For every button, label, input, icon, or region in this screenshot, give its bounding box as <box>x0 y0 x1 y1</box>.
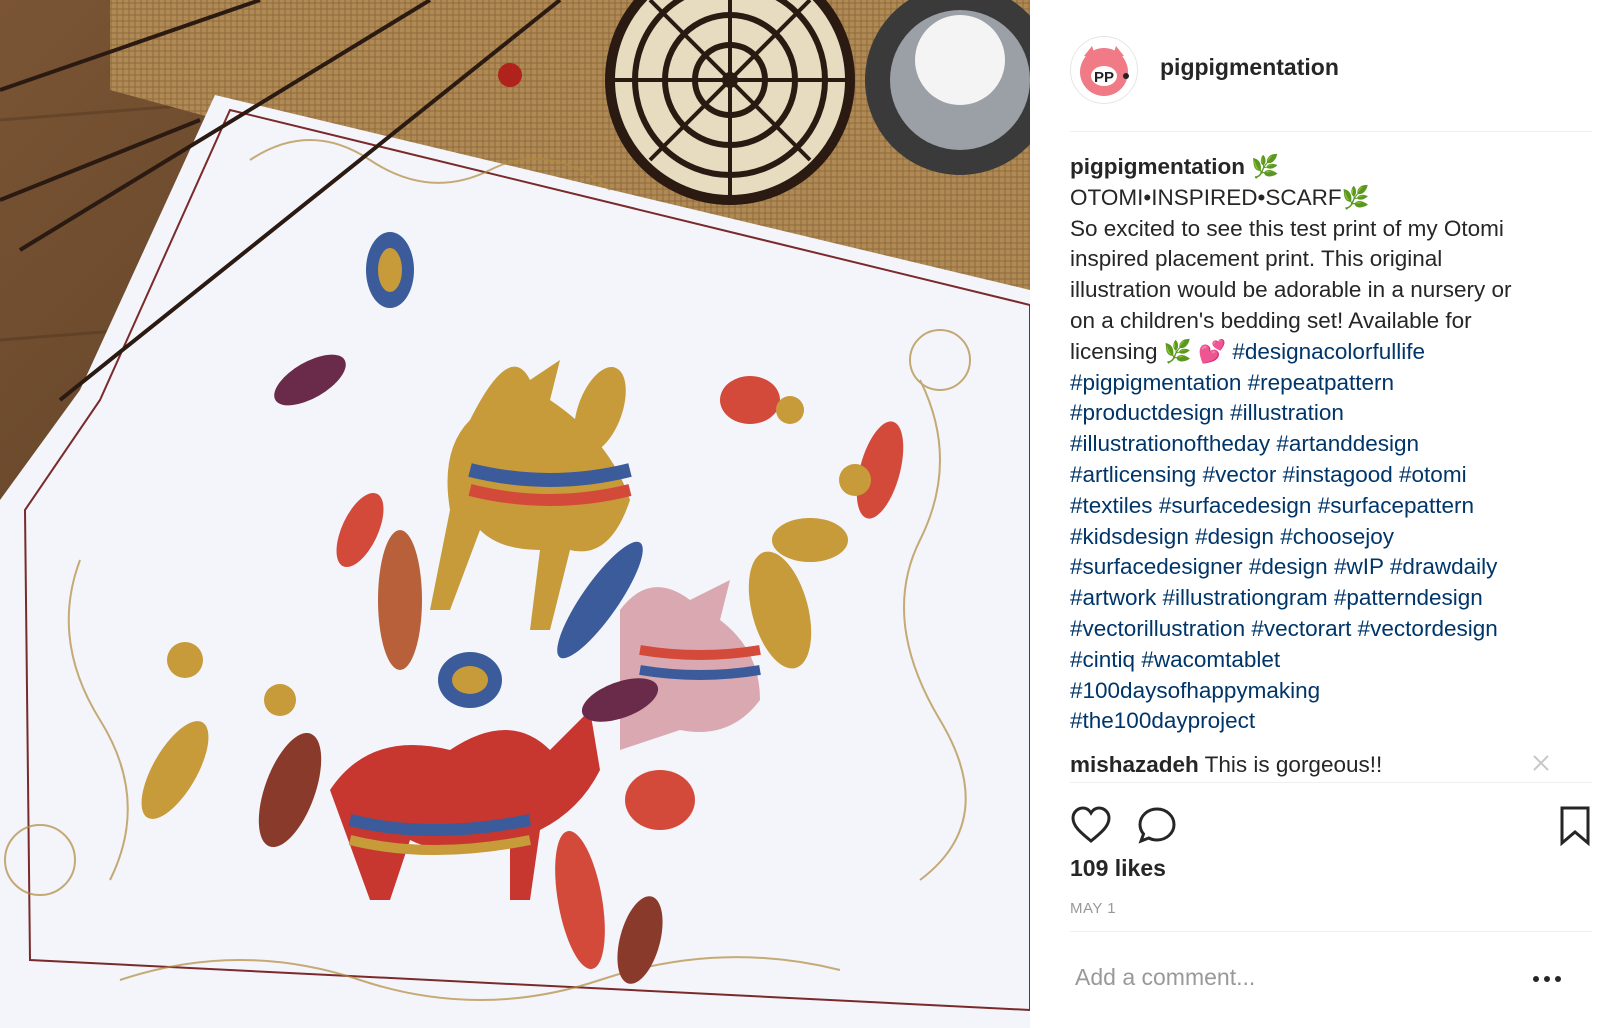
hashtag-link[interactable]: #100daysofhappymaking <box>1070 678 1320 703</box>
caption-text: inspired placement print. This original <box>1070 246 1443 272</box>
hashtag-link[interactable]: #kidsdesign <box>1070 524 1189 549</box>
post-actions: 109 likes MAY 1 <box>1070 782 1592 932</box>
caption-line: pigpigmentation 🌿 <box>1070 152 1570 183</box>
heart-icon[interactable] <box>1070 805 1112 847</box>
header-username[interactable]: pigpigmentation <box>1160 54 1339 81</box>
hashtag-link[interactable]: #drawdaily <box>1390 554 1498 579</box>
hashtag-link[interactable]: #surfacepattern <box>1318 493 1474 518</box>
caption-text: illustration would be adorable in a nurs… <box>1070 277 1512 303</box>
hashtag-link[interactable]: #productdesign <box>1070 400 1224 425</box>
caption-line: illustration would be adorable in a nurs… <box>1070 275 1570 306</box>
caption-line: #surfacedesigner #design #wIP #drawdaily <box>1070 552 1570 583</box>
comment-text: This is gorgeous!! <box>1204 752 1383 777</box>
hashtag-link[interactable]: #the100dayproject <box>1070 708 1255 733</box>
otomi-scarf-illustration-photo <box>0 0 1030 1028</box>
comment-username[interactable]: mishazadeh <box>1070 752 1199 777</box>
add-comment-input[interactable]: Add a comment... <box>1075 964 1495 994</box>
hashtag-link[interactable]: #textiles <box>1070 493 1153 518</box>
likes-count[interactable]: 109 likes <box>1070 855 1166 882</box>
hashtag-link[interactable]: #cintiq <box>1070 647 1135 672</box>
caption-text: on a children's bedding set! Available f… <box>1070 307 1472 333</box>
caption-username[interactable]: pigpigmentation <box>1070 154 1245 179</box>
svg-text:PP: PP <box>1094 69 1114 86</box>
post-date[interactable]: MAY 1 <box>1070 900 1116 917</box>
hashtag-link[interactable]: #choosejoy <box>1280 524 1394 549</box>
hashtag-link[interactable]: #illustration <box>1230 400 1344 425</box>
hashtag-link[interactable]: #vectorillustration <box>1070 616 1245 641</box>
hashtag-link[interactable]: #wIP <box>1334 554 1384 579</box>
post-header: PP pigpigmentation <box>1070 36 1592 132</box>
hashtag-link[interactable]: #surfacedesign <box>1159 493 1312 518</box>
caption-line: #100daysofhappymaking <box>1070 676 1570 707</box>
caption-text: 🌿 <box>1244 154 1280 179</box>
hashtag-link[interactable]: #vectorart <box>1251 616 1351 641</box>
caption-line: #productdesign #illustration <box>1070 398 1570 429</box>
hashtag-link[interactable]: #artlicensing <box>1070 462 1196 487</box>
post-photo[interactable] <box>0 0 1030 1028</box>
caption-text: licensing 🌿 💕 <box>1070 338 1233 364</box>
hashtag-link[interactable]: #illustrationgram <box>1163 585 1328 610</box>
hashtag-link[interactable]: #design <box>1249 554 1328 579</box>
hashtag-link[interactable]: #repeatpattern <box>1248 370 1394 395</box>
hashtag-link[interactable]: #vector <box>1203 462 1277 487</box>
caption-line: OTOMI•INSPIRED•SCARF🌿 <box>1070 183 1570 214</box>
caption-line: So excited to see this test print of my … <box>1070 214 1570 245</box>
hashtag-link[interactable]: #artwork <box>1070 585 1156 610</box>
bookmark-icon[interactable] <box>1554 805 1596 847</box>
hashtag-link[interactable]: #illustrationoftheday <box>1070 431 1270 456</box>
caption-line: #pigpigmentation #repeatpattern <box>1070 368 1570 399</box>
caption-line: inspired placement print. This original <box>1070 244 1570 275</box>
post-side-panel: PP pigpigmentation pigpigmentation 🌿 OTOM… <box>1030 0 1600 1028</box>
more-dots-icon[interactable] <box>1532 972 1562 986</box>
caption-line: #vectorillustration #vectorart #vectorde… <box>1070 614 1570 645</box>
hashtag-link[interactable]: #surfacedesigner <box>1070 554 1243 579</box>
comment: mishazadeh This is gorgeous!! <box>1070 750 1592 780</box>
caption-line: licensing 🌿 💕 #designacolorfullife <box>1070 337 1570 368</box>
hashtag-link[interactable]: #vectordesign <box>1358 616 1498 641</box>
hashtag-link[interactable]: #patterndesign <box>1334 585 1483 610</box>
hashtag-link[interactable]: #designacolorfullife <box>1232 339 1425 364</box>
caption-line: on a children's bedding set! Available f… <box>1070 306 1570 337</box>
pig-face-icon: PP <box>1080 46 1129 96</box>
caption-text: So excited to see this test print of my … <box>1070 215 1504 241</box>
caption-line: #the100dayproject <box>1070 706 1570 737</box>
caption-line: #illustrationoftheday #artanddesign <box>1070 429 1570 460</box>
hashtag-link[interactable]: #instagood <box>1283 462 1393 487</box>
comment-bubble-icon[interactable] <box>1136 805 1178 847</box>
avatar[interactable]: PP <box>1070 36 1138 104</box>
caption-line: #cintiq #wacomtablet <box>1070 645 1570 676</box>
caption-line: #textiles #surfacedesign #surfacepattern <box>1070 491 1570 522</box>
caption-line: #kidsdesign #design #choosejoy <box>1070 522 1570 553</box>
hashtag-link[interactable]: #design <box>1195 524 1274 549</box>
caption-text: OTOMI•INSPIRED•SCARF🌿 <box>1070 184 1370 210</box>
hashtag-link[interactable]: #artanddesign <box>1276 431 1419 456</box>
caption-line: #artwork #illustrationgram #patterndesig… <box>1070 583 1570 614</box>
close-icon[interactable] <box>1530 752 1552 774</box>
post-caption: pigpigmentation 🌿 OTOMI•INSPIRED•SCARF🌿 So… <box>1070 152 1570 737</box>
hashtag-link[interactable]: #pigpigmentation <box>1070 370 1241 395</box>
hashtag-link[interactable]: #otomi <box>1399 462 1467 487</box>
caption-line: #artlicensing #vector #instagood #otomi <box>1070 460 1570 491</box>
hashtag-link[interactable]: #wacomtablet <box>1141 647 1280 672</box>
